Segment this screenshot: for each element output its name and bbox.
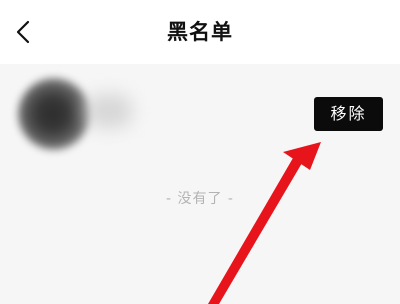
page-title: 黑名单 <box>167 20 233 44</box>
header-bar: 黑名单 <box>0 0 400 64</box>
blacklist-content: 移除 - 没有了 - <box>0 64 400 304</box>
list-item: 移除 <box>0 64 400 164</box>
list-end-text: - 没有了 - <box>165 191 234 207</box>
user-name-blurred <box>86 94 132 128</box>
avatar <box>18 78 90 150</box>
remove-button[interactable]: 移除 <box>314 97 383 131</box>
